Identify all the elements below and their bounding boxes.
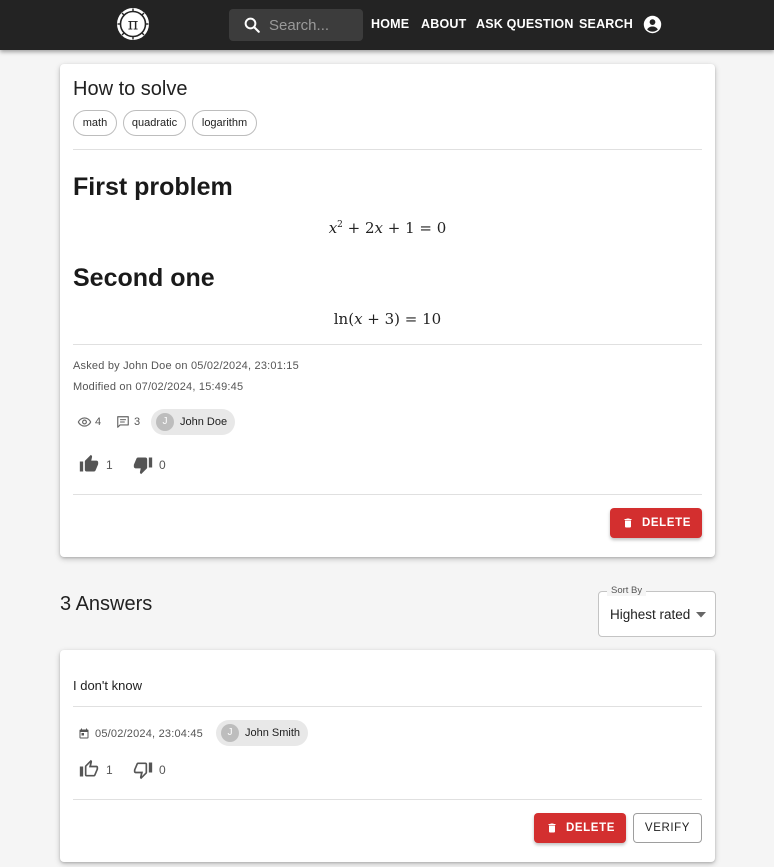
svg-text:π: π bbox=[128, 15, 139, 34]
thumb-down-icon[interactable] bbox=[133, 455, 153, 475]
sort-select[interactable]: Sort By Highest rated bbox=[598, 585, 716, 637]
delete-answer-button[interactable]: DELETE bbox=[534, 813, 626, 843]
thumb-down-icon[interactable] bbox=[133, 760, 153, 780]
trash-icon bbox=[548, 823, 556, 833]
upvote-count: 1 bbox=[106, 763, 113, 777]
author-name: John Smith bbox=[245, 727, 301, 739]
upvote-count: 1 bbox=[106, 458, 113, 472]
sort-value: Highest rated bbox=[610, 607, 691, 622]
question-title: How to solve bbox=[73, 78, 188, 100]
answer-date: 05/02/2024, 23:04:45 bbox=[95, 728, 203, 740]
answers-title: 3 Answers bbox=[60, 593, 153, 615]
dropdown-arrow-icon bbox=[696, 612, 706, 618]
avatar: J bbox=[156, 413, 174, 431]
question-card: How to solve math quadratic logarithm Fi… bbox=[60, 64, 715, 557]
eye-icon bbox=[77, 417, 92, 427]
downvote-count: 0 bbox=[159, 458, 166, 472]
tag-chip[interactable]: quadratic bbox=[123, 110, 186, 136]
equation: x2 + 2x + 1 = 0 bbox=[328, 219, 447, 237]
divider bbox=[73, 344, 702, 345]
search-box[interactable] bbox=[229, 9, 363, 41]
divider bbox=[73, 149, 702, 150]
calendar-icon bbox=[79, 728, 89, 739]
author-chip[interactable]: J John Smith bbox=[216, 720, 308, 746]
comment-icon bbox=[117, 416, 129, 428]
tag-chip[interactable]: math bbox=[73, 110, 117, 136]
pi-logo-icon[interactable]: π bbox=[116, 7, 150, 41]
answer-card: I don't know 05/02/2024, 23:04:45 J John… bbox=[60, 650, 715, 862]
trash-icon bbox=[624, 518, 632, 528]
thumb-up-icon[interactable] bbox=[79, 759, 99, 779]
divider bbox=[73, 799, 702, 800]
author-chip[interactable]: J John Doe bbox=[151, 409, 235, 435]
views-count: 4 bbox=[95, 416, 102, 428]
answer-text: I don't know bbox=[73, 678, 142, 693]
content-heading: First problem bbox=[73, 173, 233, 201]
nav-ask-question[interactable]: ASK QUESTION bbox=[476, 17, 574, 31]
delete-question-button[interactable]: DELETE bbox=[610, 508, 702, 538]
search-icon bbox=[244, 17, 260, 33]
search-input[interactable] bbox=[269, 9, 359, 41]
author-name: John Doe bbox=[180, 416, 228, 428]
verify-answer-button[interactable]: VERIFY bbox=[633, 813, 702, 843]
divider bbox=[73, 494, 702, 495]
asked-info: Asked by John Doe on 05/02/2024, 23:01:1… bbox=[73, 360, 299, 372]
app-bar: π HOME ABOUT ASK QUESTION SEARCH bbox=[0, 0, 774, 50]
avatar: J bbox=[221, 724, 239, 742]
divider bbox=[73, 706, 702, 707]
sort-label: Sort By bbox=[607, 585, 647, 596]
downvote-count: 0 bbox=[159, 763, 166, 777]
modified-info: Modified on 07/02/2024, 15:49:45 bbox=[73, 381, 244, 393]
nav-home[interactable]: HOME bbox=[371, 17, 409, 31]
thumb-up-icon[interactable] bbox=[79, 454, 99, 474]
equation: ln(x + 3) = 10 bbox=[333, 310, 442, 328]
delete-label: DELETE bbox=[642, 517, 691, 529]
nav-search[interactable]: SEARCH bbox=[579, 17, 633, 31]
comments-count: 3 bbox=[134, 416, 141, 428]
content-heading: Second one bbox=[73, 264, 215, 292]
tag-chip[interactable]: logarithm bbox=[192, 110, 257, 136]
account-circle-icon[interactable] bbox=[643, 15, 662, 34]
nav-about[interactable]: ABOUT bbox=[421, 17, 466, 31]
delete-label: DELETE bbox=[566, 822, 615, 834]
